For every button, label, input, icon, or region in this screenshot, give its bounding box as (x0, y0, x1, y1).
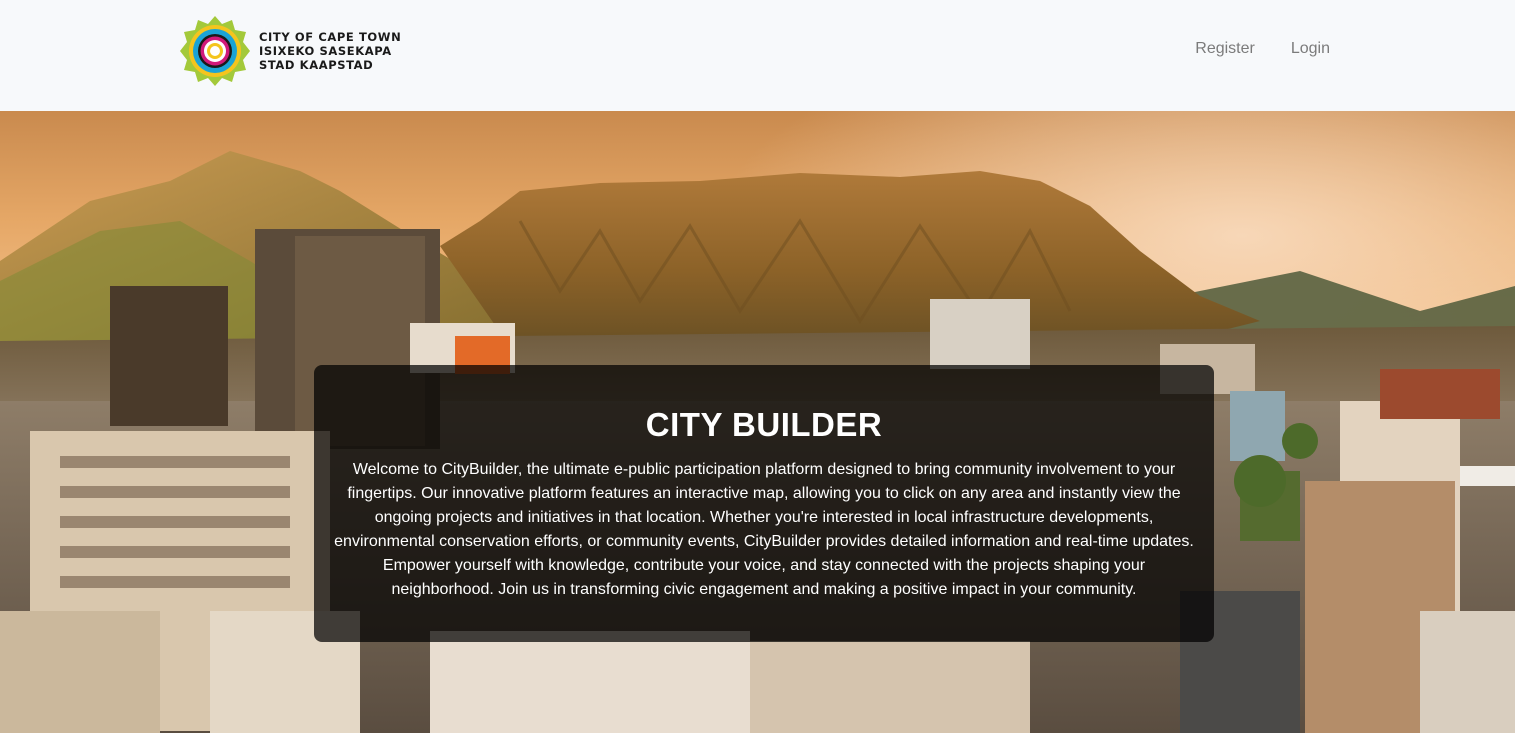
hero-section: CITY BUILDER Welcome to CityBuilder, the… (0, 111, 1515, 733)
hero-title: CITY BUILDER (645, 406, 883, 443)
hero-welcome-card: CITY BUILDER Welcome to CityBuilder, the… (314, 365, 1214, 642)
brand-line-afrikaans: STAD KAAPSTAD (259, 58, 374, 72)
login-link[interactable]: Login (1291, 40, 1330, 58)
brand-name: CITY OF CAPE TOWN ISIXEKO SASEKAPA STAD … (259, 30, 401, 72)
top-navbar: CITY OF CAPE TOWN ISIXEKO SASEKAPA STAD … (0, 0, 1515, 111)
city-emblem-icon (180, 16, 250, 86)
brand-home-link[interactable]: CITY OF CAPE TOWN ISIXEKO SASEKAPA STAD … (180, 16, 401, 86)
hero-description: Welcome to CityBuilder, the ultimate e-p… (334, 461, 1194, 598)
register-link[interactable]: Register (1195, 40, 1255, 58)
auth-nav: Register Login (1195, 40, 1330, 58)
brand-line-english: CITY OF CAPE TOWN (259, 30, 402, 44)
brand-line-xhosa: ISIXEKO SASEKAPA (259, 44, 392, 58)
